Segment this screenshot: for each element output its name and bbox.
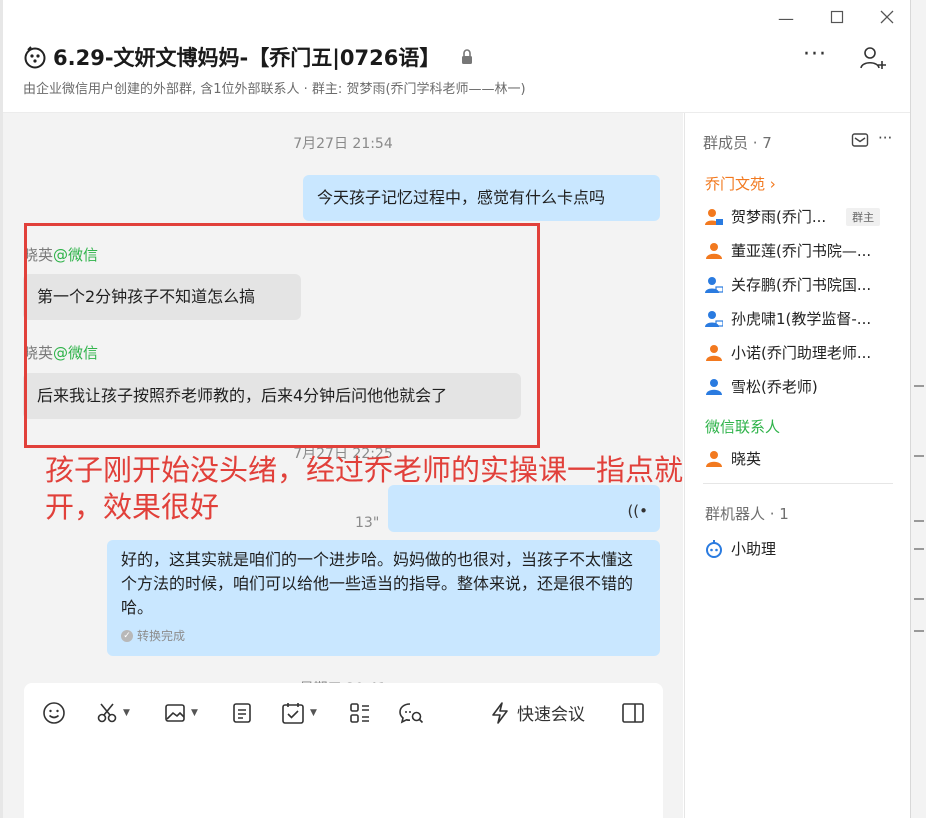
document-icon — [233, 703, 251, 723]
close-button[interactable] — [875, 8, 899, 30]
robot-item[interactable]: 小助理 — [705, 538, 776, 559]
voice-transcript-text: 好的，这其实就是咱们的一个进步哈。妈妈做的也很对，当孩子不太懂这个方法的时候，咱… — [121, 550, 634, 617]
more-options-button[interactable]: ··· — [803, 42, 827, 67]
member-item[interactable]: 晓英 — [705, 448, 761, 469]
person-icon — [706, 344, 722, 361]
member-item[interactable]: 贺梦雨(乔门... 群主 — [705, 206, 881, 227]
divider — [703, 483, 893, 484]
member-name: 贺梦雨(乔门... — [731, 208, 827, 226]
member-item[interactable]: 小诺(乔门助理老师... — [705, 342, 871, 363]
chat-history-button[interactable] — [398, 700, 424, 726]
schedule-button[interactable]: ▼ — [281, 700, 317, 726]
image-icon — [165, 704, 185, 722]
maximize-button[interactable] — [825, 8, 849, 30]
minimize-button[interactable]: — — [774, 8, 798, 30]
lightning-icon — [492, 701, 508, 724]
person-device-icon — [705, 276, 723, 293]
document-button[interactable] — [231, 700, 253, 726]
chevron-down-icon[interactable]: ▼ — [191, 708, 198, 718]
chat-header: — 6.29-文妍文博妈妈-【乔门五|0726语】 由企业微信用户创建的外部群,… — [3, 0, 910, 113]
member-panel: 群成员 · 7 ··· 乔门文苑 › 贺梦雨(乔门... 群主 董亚莲(乔门书院… — [684, 113, 910, 818]
background-fragment — [914, 455, 924, 457]
group-name: 6.29-文妍文博妈妈-【乔门五|0726语】 — [53, 46, 441, 70]
member-item[interactable]: 董亚莲(乔门书院—... — [705, 240, 871, 261]
robot-name: 小助理 — [731, 540, 777, 558]
add-member-icon[interactable] — [858, 44, 888, 72]
background-window-strip — [910, 0, 926, 818]
group-chat-window: — 6.29-文妍文博妈妈-【乔门五|0726语】 由企业微信用户创建的外部群,… — [3, 0, 910, 818]
wechat-contacts-header: 微信联系人 — [705, 418, 781, 436]
person-icon — [706, 378, 722, 395]
convert-status: ✓ 转换完成 — [121, 624, 646, 648]
member-item[interactable]: 雪松(乔老师) — [705, 376, 818, 397]
calendar-check-icon — [282, 703, 304, 724]
robot-icon — [706, 539, 722, 558]
member-item[interactable]: 关存鹏(乔门书院国... — [705, 274, 871, 295]
member-name: 小诺(乔门助理老师... — [731, 344, 872, 362]
message-bubble-outgoing[interactable]: 今天孩子记忆过程中，感觉有什么卡点吗 — [303, 175, 660, 221]
convert-status-label: 转换完成 — [137, 629, 186, 643]
scissors-icon — [97, 703, 117, 723]
highlight-box — [24, 223, 540, 448]
chevron-down-icon[interactable]: ▼ — [123, 708, 130, 718]
page-title: 6.29-文妍文博妈妈-【乔门五|0726语】 — [23, 42, 474, 72]
group-subtitle: 由企业微信用户创建的外部群, 含1位外部联系人 · 群主: 贺梦雨(乔门学科老师… — [23, 82, 526, 97]
background-fragment — [914, 598, 924, 600]
message-composer[interactable]: ▼ ▼ ▼ 快速会议 — [24, 683, 663, 818]
background-fragment — [914, 385, 924, 387]
member-name: 雪松(乔老师) — [731, 378, 818, 396]
lock-icon — [462, 49, 473, 64]
emoji-icon — [43, 702, 65, 724]
member-name: 关存鹏(乔门书院国... — [731, 276, 872, 294]
member-name: 董亚莲(乔门书院—... — [731, 242, 872, 260]
person-device-icon — [705, 310, 723, 327]
apps-button[interactable] — [349, 700, 371, 726]
member-name: 孙虎啸1(教学监督-... — [731, 310, 872, 328]
sidebar-icon — [622, 703, 644, 723]
screenshot-button[interactable]: ▼ — [96, 700, 130, 726]
voice-transcript-bubble[interactable]: 好的，这其实就是咱们的一个进步哈。妈妈做的也很对，当孩子不太懂这个方法的时候，咱… — [107, 540, 660, 656]
robot-count-header: 群机器人 · 1 — [705, 505, 789, 523]
quick-meeting-button[interactable]: 快速会议 — [489, 700, 585, 725]
org-link[interactable]: 乔门文苑 › — [705, 173, 776, 194]
person-icon — [706, 450, 722, 467]
background-fragment — [914, 548, 924, 550]
maximize-icon — [830, 10, 844, 24]
member-item[interactable]: 孙虎啸1(教学监督-... — [705, 308, 871, 329]
quick-meeting-label: 快速会议 — [517, 705, 585, 725]
background-fragment — [914, 520, 924, 522]
owner-badge: 群主 — [846, 207, 881, 226]
image-button[interactable]: ▼ — [164, 700, 198, 726]
close-icon — [880, 10, 894, 24]
member-more-button[interactable]: ··· — [878, 129, 892, 147]
member-count-header: 群成员 · 7 — [703, 134, 772, 152]
admin-person-icon — [705, 208, 723, 225]
mail-icon[interactable] — [851, 132, 869, 148]
person-icon — [706, 242, 722, 259]
apps-icon — [350, 703, 369, 723]
member-name: 晓英 — [731, 450, 762, 468]
timestamp: 7月27日 21:54 — [293, 136, 393, 152]
chat-search-icon — [399, 703, 424, 724]
chevron-down-icon[interactable]: ▼ — [310, 708, 317, 718]
group-chat-icon — [24, 46, 46, 69]
background-fragment — [914, 630, 924, 632]
side-panel-toggle[interactable] — [621, 700, 645, 726]
emoji-button[interactable] — [42, 700, 66, 726]
check-icon: ✓ — [121, 630, 133, 642]
